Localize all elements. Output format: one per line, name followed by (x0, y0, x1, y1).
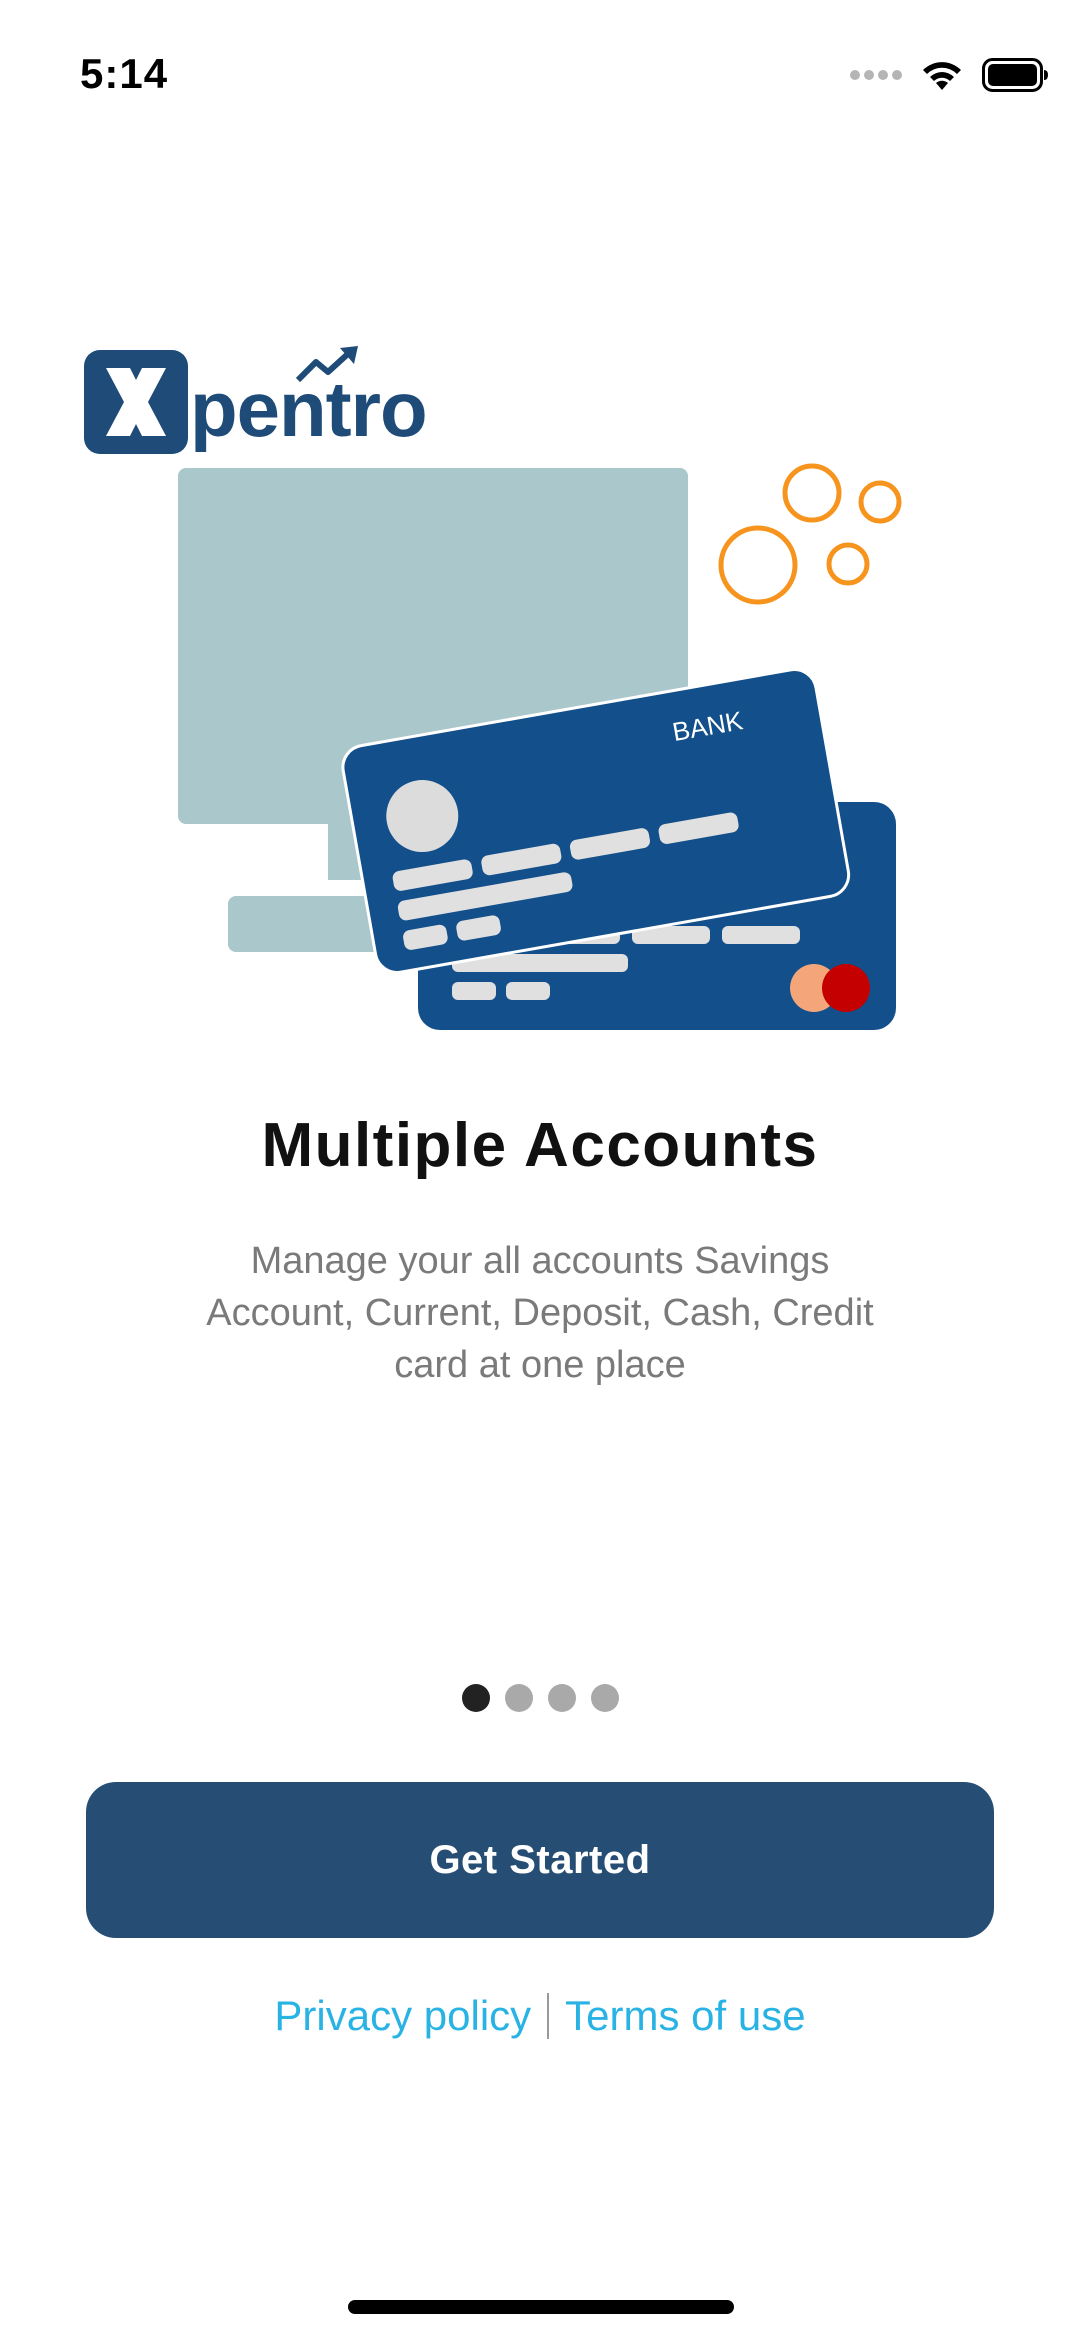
page-title: Multiple Accounts (261, 1111, 819, 1180)
status-bar: 5:14 (0, 0, 1080, 140)
legal-links: Privacy policy Terms of use (0, 1992, 1080, 2040)
link-divider (547, 1993, 550, 2039)
battery-icon (982, 58, 1048, 92)
wifi-icon (923, 62, 961, 90)
page-indicator (0, 1684, 1080, 1712)
page-description: Manage your all accounts Savings Account… (206, 1240, 874, 1386)
brand-logo: pentro (84, 344, 444, 456)
terms-of-use-link[interactable]: Terms of use (565, 1992, 805, 2040)
page-dot-2[interactable] (504, 1684, 533, 1712)
trend-arrow-icon (295, 346, 358, 383)
page-dot-4[interactable] (590, 1684, 619, 1712)
bubbles-graphic (718, 463, 902, 605)
privacy-policy-link[interactable]: Privacy policy (274, 1992, 531, 2040)
get-started-button[interactable]: Get Started (86, 1782, 994, 1938)
accounts-illustration: BANK (178, 463, 902, 1030)
home-indicator[interactable] (348, 2300, 734, 2314)
status-time: 5:14 (80, 50, 169, 97)
onboarding-screen: 5:14 pentro BANK Multiple Accounts Manag… (0, 0, 1080, 2340)
page-dot-1[interactable] (461, 1684, 490, 1712)
page-dot-3[interactable] (547, 1684, 576, 1712)
status-icons (850, 58, 1050, 92)
logo-x-mark-icon (84, 350, 188, 454)
cellular-dots-icon (850, 70, 902, 80)
